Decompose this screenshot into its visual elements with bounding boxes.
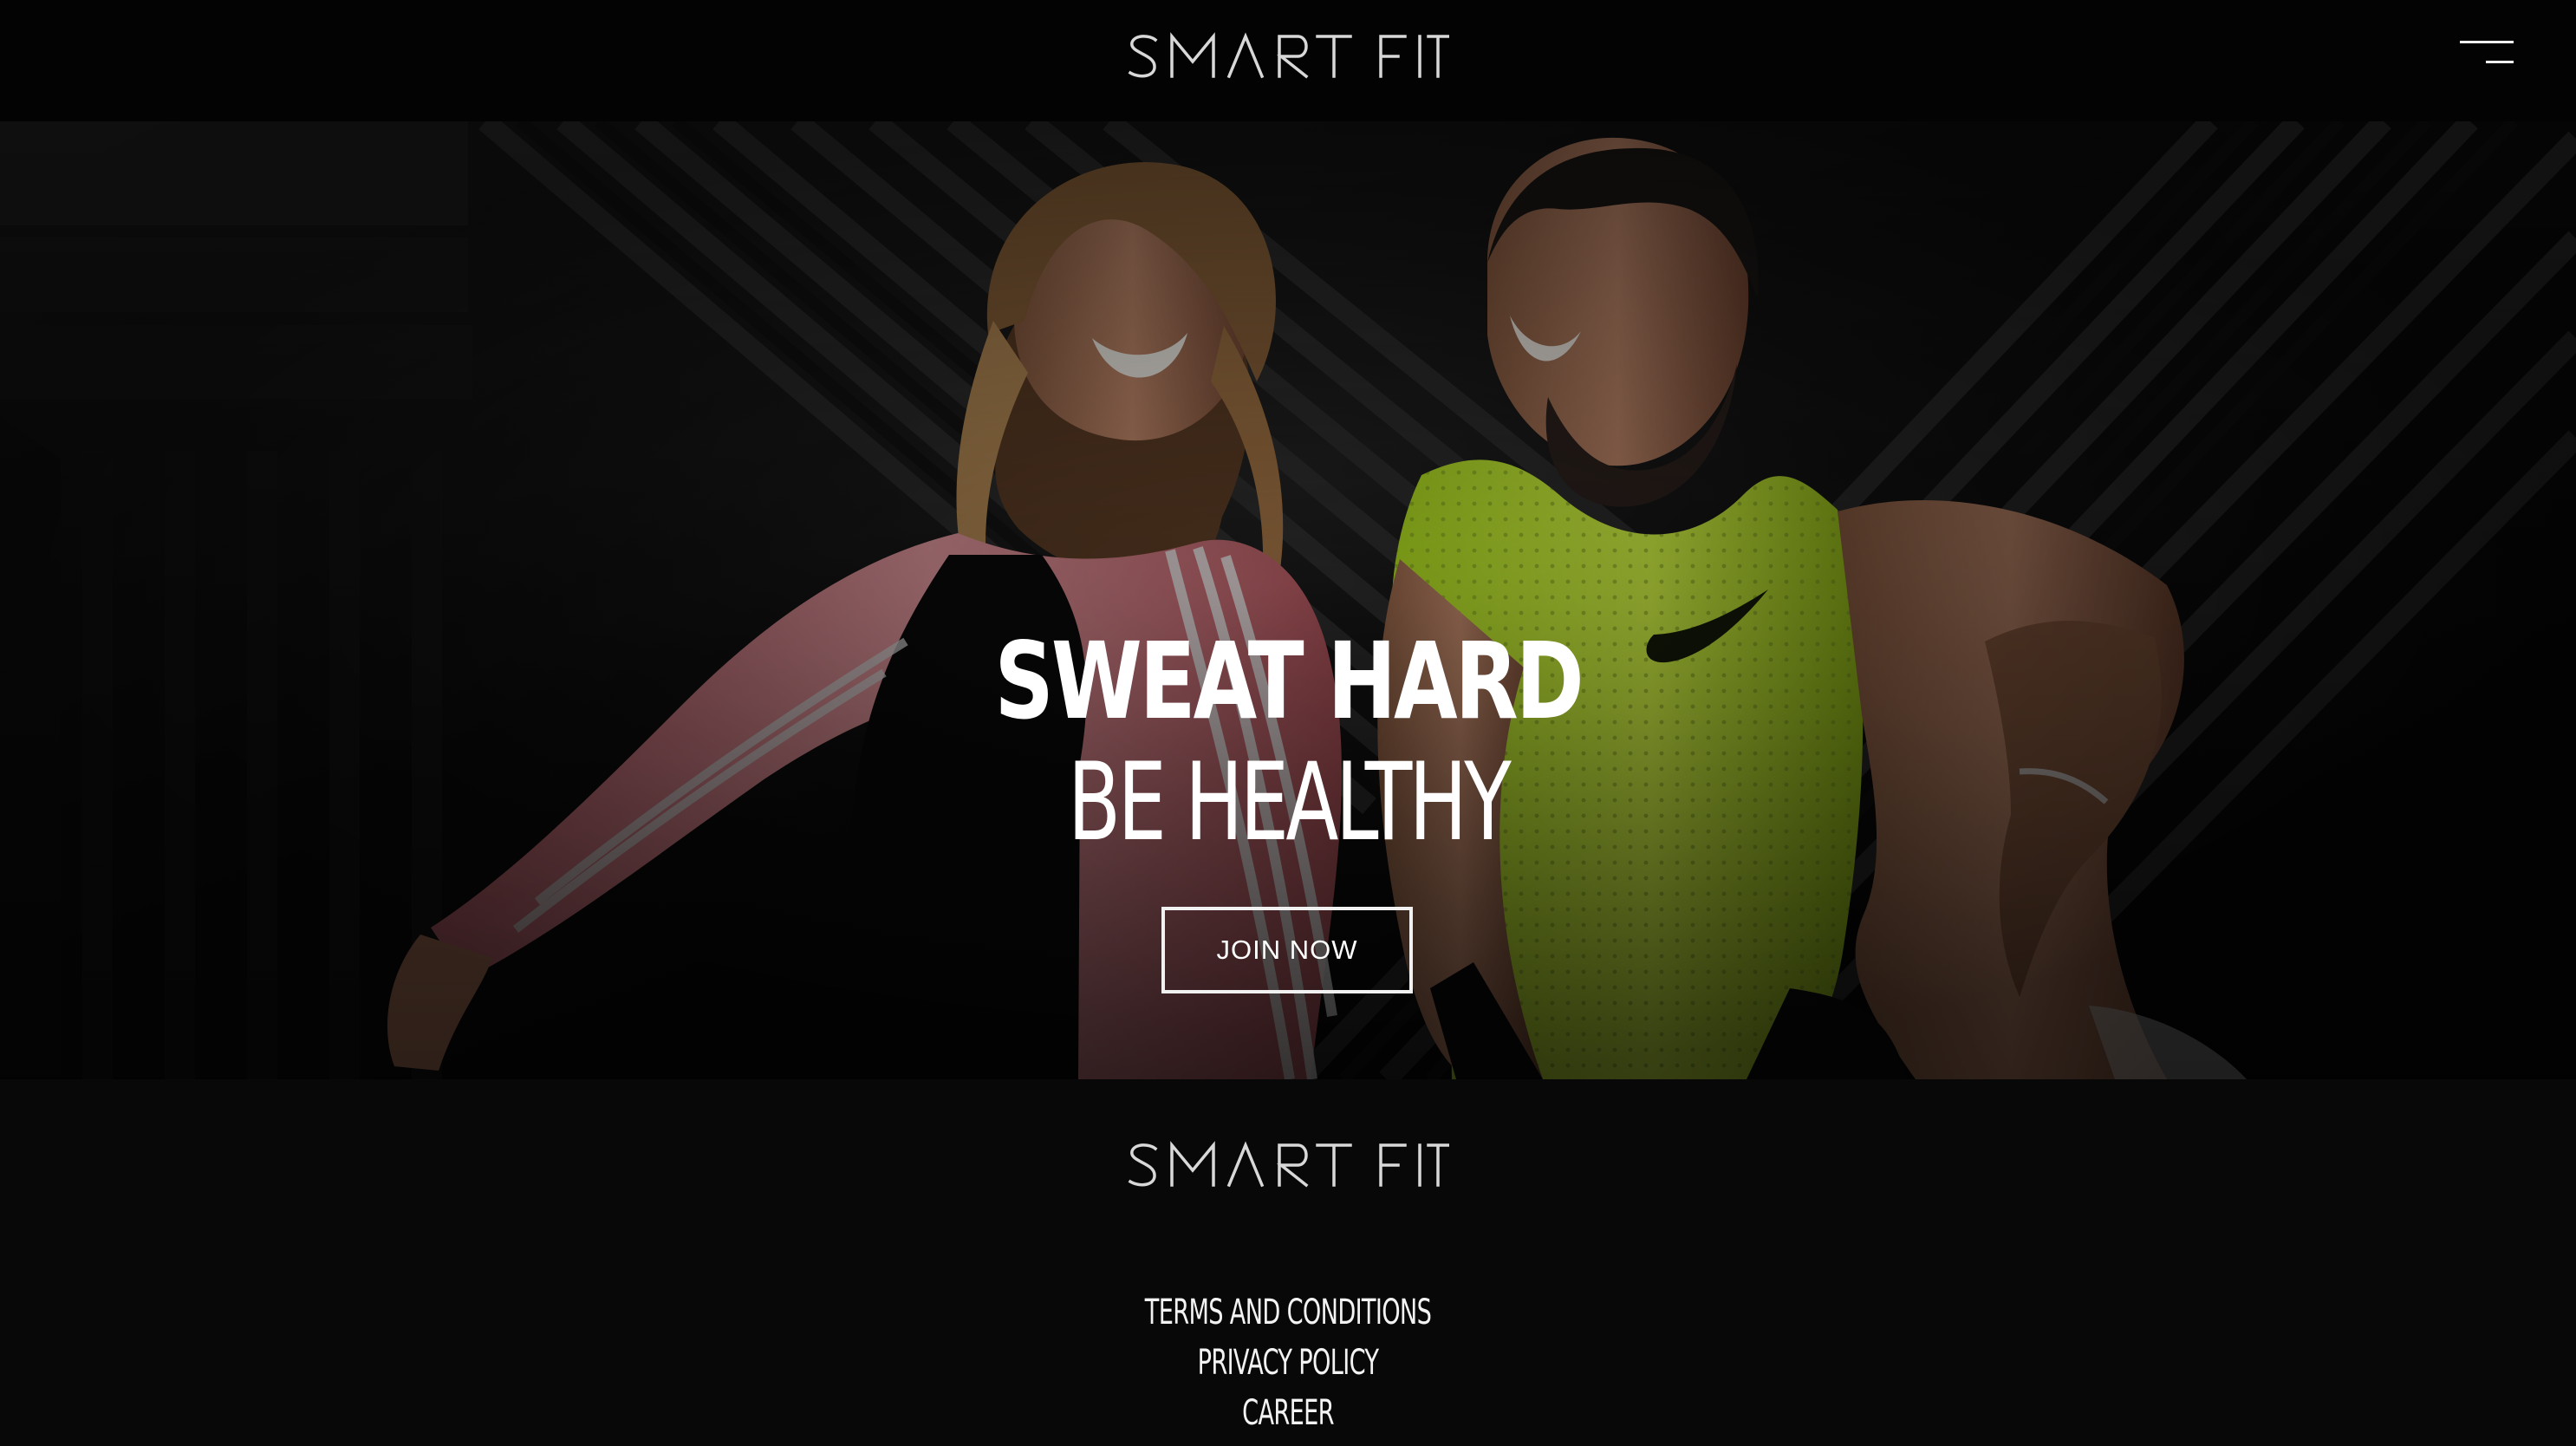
menu-button[interactable]: [2460, 36, 2514, 68]
smart-fit-page: SWEAT HARD BE HEALTHY JOIN NOW TERMS AND…: [0, 0, 2576, 1446]
menu-icon-line-bottom: [2486, 61, 2514, 63]
privacy-policy-link[interactable]: PRIVACY POLICY: [413, 1338, 2164, 1388]
site-footer: TERMS AND CONDITIONS PRIVACY POLICY CARE…: [0, 1079, 2576, 1446]
menu-icon-line-top: [2460, 41, 2514, 43]
hero-subtitle: BE HEALTHY: [1067, 740, 1512, 865]
terms-and-conditions-link[interactable]: TERMS AND CONDITIONS: [413, 1287, 2164, 1338]
hero-content: SWEAT HARD BE HEALTHY JOIN NOW: [0, 121, 2576, 1079]
career-link[interactable]: CAREER: [413, 1388, 2164, 1438]
footer-links: TERMS AND CONDITIONS PRIVACY POLICY CARE…: [0, 1287, 2576, 1438]
footer-smart-fit-logo[interactable]: [1127, 1140, 1449, 1190]
hero-section: SWEAT HARD BE HEALTHY JOIN NOW: [0, 121, 2576, 1079]
hero-title: SWEAT HARD: [994, 620, 1584, 743]
smart-fit-logo[interactable]: [1127, 31, 1449, 81]
join-now-button[interactable]: JOIN NOW: [1161, 907, 1413, 993]
site-header: [0, 0, 2576, 121]
